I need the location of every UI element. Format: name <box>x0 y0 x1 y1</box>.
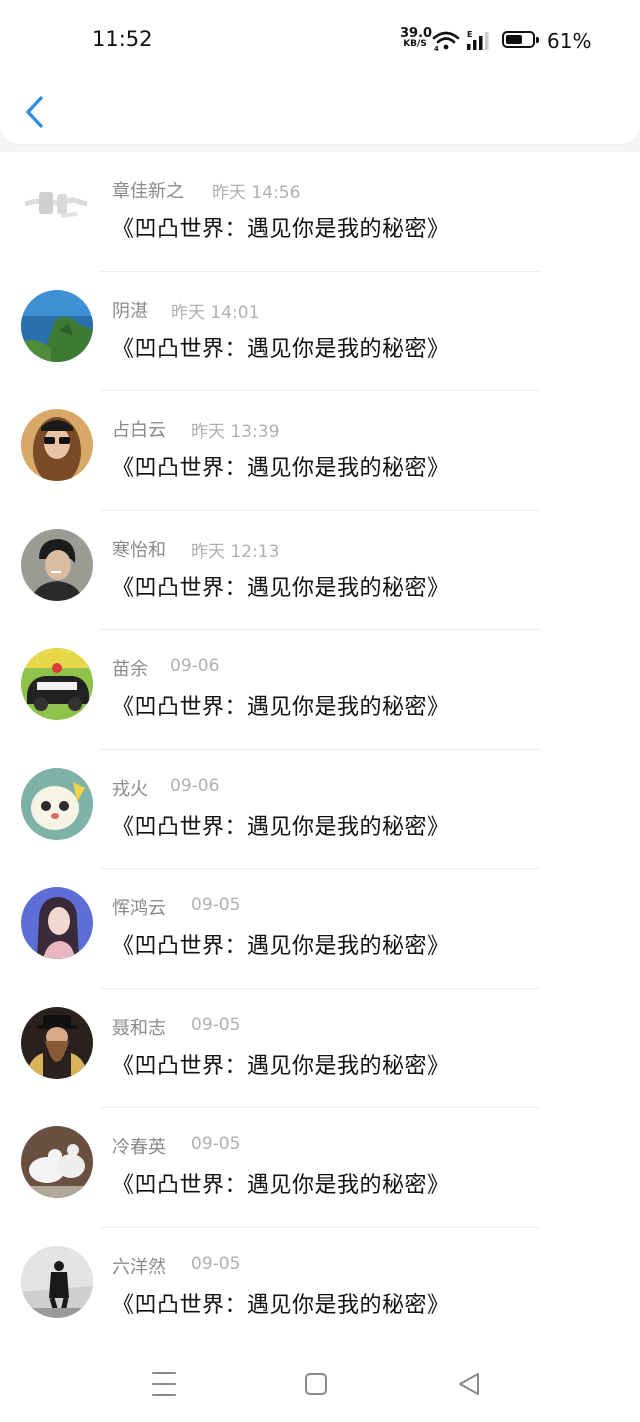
avatar-image <box>21 289 93 362</box>
list-item[interactable]: 占白云 昨天 13:39 《凹凸世界：遇见你是我的秘密》 <box>0 391 640 511</box>
message-time: 09-05 <box>191 1253 241 1274</box>
sender-name: 苗余 <box>112 659 148 680</box>
list-item[interactable]: 章佳新之 昨天 14:56 《凹凸世界：遇见你是我的秘密》 <box>0 152 640 272</box>
avatar-image <box>21 1006 93 1079</box>
sender-name: 寒怡和 <box>112 539 166 561</box>
avatar-image <box>21 648 93 720</box>
message-time: 09-05 <box>191 895 241 915</box>
status-bar: 11:52 39.0 KB/S 4 E 61% <box>0 0 640 80</box>
message-text: 《凹凸世界：遇见你是我的秘密》 <box>112 456 450 481</box>
message-text: 《凹凸世界：遇见你是我的秘密》 <box>112 217 450 242</box>
list-item[interactable]: 冷春英 09-05 《凹凸世界：遇见你是我的秘密》 <box>0 1108 640 1228</box>
message-text: 《凹凸世界：遇见你是我的秘密》 <box>112 1053 450 1079</box>
message-text: 《凹凸世界：遇见你是我的秘密》 <box>112 1292 450 1318</box>
sender-name: 冷春英 <box>112 1137 166 1158</box>
sender-name: 阴湛 <box>112 300 148 322</box>
status-time: 11:52 <box>92 27 153 51</box>
net-speed: 39.0 KB/S <box>400 26 433 49</box>
sender-name: 恽鸿云 <box>112 898 166 919</box>
message-time: 昨天 13:39 <box>191 422 280 442</box>
message-text: 《凹凸世界：遇见你是我的秘密》 <box>112 575 450 601</box>
sender-name: 占白云 <box>112 420 166 441</box>
avatar-image <box>21 887 93 959</box>
message-time: 09-06 <box>170 775 220 796</box>
message-time: 09-05 <box>191 1134 241 1154</box>
avatar-image <box>21 767 93 840</box>
net-speed-value: 39.0 <box>400 26 433 41</box>
message-text: 《凹凸世界：遇见你是我的秘密》 <box>112 336 450 362</box>
wifi-icon: 4 E <box>432 30 489 52</box>
avatar-image <box>21 1245 93 1318</box>
list-item[interactable]: 戎火 09-06 《凹凸世界：遇见你是我的秘密》 <box>0 750 640 869</box>
top-bar <box>0 80 640 144</box>
sender-name: 六洋然 <box>112 1256 166 1278</box>
message-time: 昨天 12:13 <box>191 541 280 562</box>
avatar-image <box>21 1126 93 1198</box>
menu-icon[interactable] <box>144 1366 184 1402</box>
avatar-image <box>21 170 93 242</box>
list-item[interactable]: 阴湛 昨天 14:01 《凹凸世界：遇见你是我的秘密》 <box>0 272 640 391</box>
message-time: 09-05 <box>191 1014 241 1035</box>
message-time: 昨天 14:56 <box>212 183 301 203</box>
system-nav-bar <box>0 1342 640 1422</box>
sender-name: 聂和志 <box>112 1017 166 1039</box>
svg-text:E: E <box>467 30 472 39</box>
svg-text:4: 4 <box>434 45 439 52</box>
home-square-icon[interactable] <box>296 1366 336 1402</box>
list-item[interactable]: 恽鸿云 09-05 《凹凸世界：遇见你是我的秘密》 <box>0 869 640 989</box>
message-time: 昨天 14:01 <box>171 302 260 323</box>
message-list: 章佳新之 昨天 14:56 《凹凸世界：遇见你是我的秘密》 阴湛 昨天 14:0… <box>0 152 640 1342</box>
battery-percent: 61% <box>547 29 592 53</box>
message-text: 《凹凸世界：遇见你是我的秘密》 <box>112 814 450 840</box>
message-text: 《凹凸世界：遇见你是我的秘密》 <box>112 1173 450 1198</box>
message-time: 09-06 <box>170 656 220 676</box>
list-item[interactable]: 苗余 09-06 《凹凸世界：遇见你是我的秘密》 <box>0 630 640 750</box>
message-text: 《凹凸世界：遇见你是我的秘密》 <box>112 695 450 720</box>
net-speed-unit: KB/S <box>403 39 427 49</box>
list-item[interactable]: 六洋然 09-05 《凹凸世界：遇见你是我的秘密》 <box>0 1228 640 1348</box>
avatar-image <box>21 409 93 481</box>
back-triangle-icon[interactable] <box>450 1366 490 1402</box>
sender-name: 章佳新之 <box>112 181 184 202</box>
list-item[interactable]: 聂和志 09-05 《凹凸世界：遇见你是我的秘密》 <box>0 989 640 1108</box>
back-button[interactable] <box>20 92 50 132</box>
list-item[interactable]: 寒怡和 昨天 12:13 《凹凸世界：遇见你是我的秘密》 <box>0 511 640 630</box>
sender-name: 戎火 <box>112 778 148 800</box>
battery-icon <box>502 31 539 48</box>
message-text: 《凹凸世界：遇见你是我的秘密》 <box>112 934 450 959</box>
avatar-image <box>21 528 93 601</box>
